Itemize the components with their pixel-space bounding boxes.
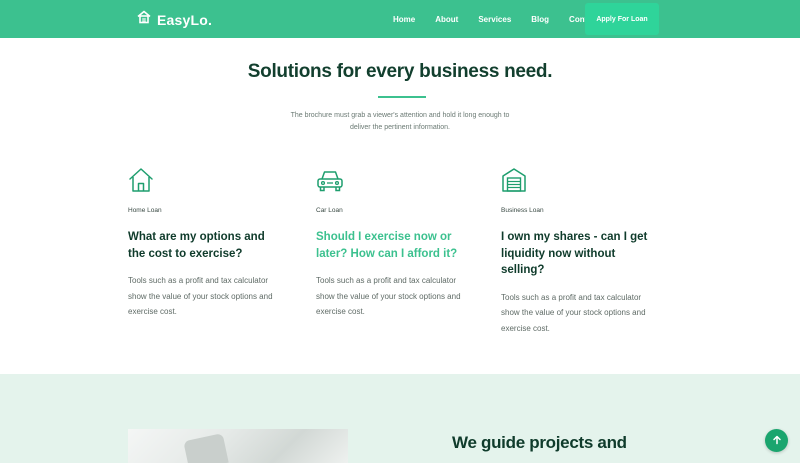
about-image-shape	[183, 433, 229, 463]
warehouse-icon	[501, 166, 527, 194]
apply-for-loan-button[interactable]: Apply For Loan	[585, 3, 659, 35]
house-logo-icon	[137, 10, 151, 29]
card-text: Tools such as a profit and tax calculato…	[316, 276, 461, 316]
about-image	[128, 429, 348, 463]
card-tag: Home Loan	[128, 207, 162, 214]
brand-logo[interactable]: EasyLo.	[137, 10, 212, 29]
navbar: EasyLo. Home About Services Blog Contact…	[0, 0, 800, 38]
about-title: We guide projects and	[452, 433, 627, 452]
card-heading[interactable]: Should I exercise now or later? How can …	[316, 229, 466, 262]
nav-link-blog[interactable]: Blog	[531, 15, 549, 24]
card-heading[interactable]: What are my options and the cost to exer…	[128, 229, 278, 262]
arrow-up-icon	[772, 432, 782, 450]
nav-link-home[interactable]: Home	[393, 15, 415, 24]
house-icon	[128, 166, 154, 194]
nav-link-about[interactable]: About	[435, 15, 458, 24]
car-icon	[316, 166, 343, 194]
section-title: Solutions for every business need.	[247, 61, 553, 82]
card-text: Tools such as a profit and tax calculato…	[128, 276, 273, 316]
title-underline	[378, 96, 426, 98]
card-heading[interactable]: I own my shares - can I get liquidity no…	[501, 229, 651, 279]
back-to-top-button[interactable]	[765, 429, 788, 452]
card-tag: Car Loan	[316, 207, 343, 214]
section-subtitle: The brochure must grab a viewer's attent…	[290, 112, 510, 131]
brand-name: EasyLo.	[157, 11, 213, 28]
solution-card-home-loan: Home Loan What are my options and the co…	[128, 166, 278, 320]
about-section	[0, 374, 800, 463]
card-text: Tools such as a profit and tax calculato…	[501, 292, 646, 333]
solution-card-car-loan: Car Loan Should I exercise now or later?…	[316, 166, 466, 320]
card-tag: Business Loan	[501, 207, 544, 214]
solution-card-business-loan: Business Loan I own my shares - can I ge…	[501, 166, 651, 336]
nav-link-services[interactable]: Services	[478, 15, 511, 24]
